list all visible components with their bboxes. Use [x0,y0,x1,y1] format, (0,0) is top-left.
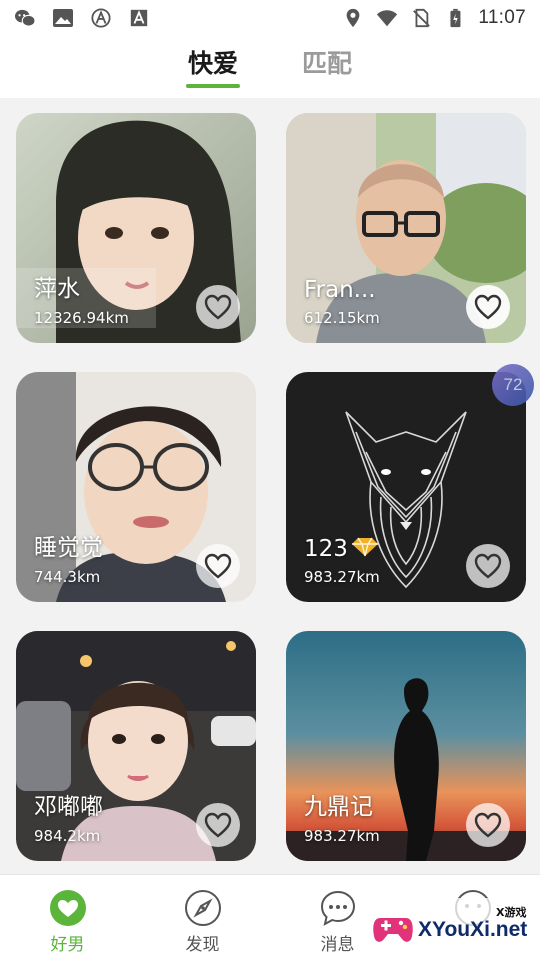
nav-label: 发现 [185,935,220,955]
user-distance: 983.27km [304,827,380,845]
nav-item-haonan[interactable]: 好男 [0,875,135,960]
user-card[interactable]: 睡觉觉 744.3km [16,372,256,602]
user-card[interactable]: Fran... 612.15km [286,113,526,343]
like-heart-button[interactable] [196,544,240,588]
user-distance: 612.15km [304,309,380,327]
user-name: 邓嘟嘟 [34,794,103,820]
battery-charging-icon [444,8,466,28]
top-tab-bar: 快爱 匹配 [0,36,540,98]
user-name: 九鼎记 [304,794,373,820]
wechat-icon [14,8,36,28]
active-tab-underline [185,84,240,88]
tab-kuaiai[interactable]: 快爱 [185,44,240,88]
user-card[interactable]: 邓嘟嘟 984.2km [16,631,256,861]
chat-bubble-icon [319,889,357,927]
user-card[interactable]: 九鼎记 983.27km [286,631,526,861]
user-distance: 984.2km [34,827,101,845]
location-icon [342,8,364,28]
site-watermark: X游戏 XYouXi.net [368,898,536,954]
nav-label: 好男 [50,935,85,955]
user-card-grid: 萍水 12326.94km Fran... 612.15km 睡觉觉 744.3… [0,98,540,874]
heart-outline-icon [204,294,232,320]
user-card[interactable]: 萍水 12326.94km [16,113,256,343]
image-icon [52,8,74,28]
text-a-icon [128,8,150,28]
user-name: 萍水 [34,276,80,302]
tab-pipei[interactable]: 匹配 [300,44,354,88]
user-card[interactable]: 123 983.27km [286,372,526,602]
like-heart-button[interactable] [466,803,510,847]
no-sim-icon [410,8,432,28]
like-heart-button[interactable] [196,803,240,847]
like-heart-button[interactable] [466,544,510,588]
heart-outline-icon [474,812,502,838]
user-name: 睡觉觉 [34,535,103,561]
wifi-icon [376,8,398,28]
like-heart-button[interactable] [196,285,240,329]
status-bar: 11:07 [0,0,540,36]
user-name: 123 [304,536,380,562]
app-logo-icon [90,8,112,28]
heart-outline-icon [204,553,232,579]
watermark-text: XYouXi.net [418,918,528,941]
user-distance: 12326.94km [34,309,129,327]
user-name-text: 123 [304,536,348,562]
nav-label: 消息 [320,935,355,955]
status-time: 11:07 [478,7,526,28]
heart-outline-icon [204,812,232,838]
heart-outline-icon [474,294,502,320]
user-distance: 983.27km [304,568,380,586]
gold-gem-icon [351,537,378,557]
heart-outline-icon [474,553,502,579]
nav-item-faxian[interactable]: 发现 [135,875,270,960]
like-heart-button[interactable] [466,285,510,329]
user-distance: 744.3km [34,568,101,586]
compass-icon [184,889,222,927]
heart-circle-icon [49,889,87,927]
tab-label: 快爱 [187,49,238,78]
tab-label: 匹配 [302,49,353,78]
user-name: Fran... [304,277,376,303]
corner-count-badge: 72 [492,364,534,406]
gamepad-logo-icon [373,918,413,942]
